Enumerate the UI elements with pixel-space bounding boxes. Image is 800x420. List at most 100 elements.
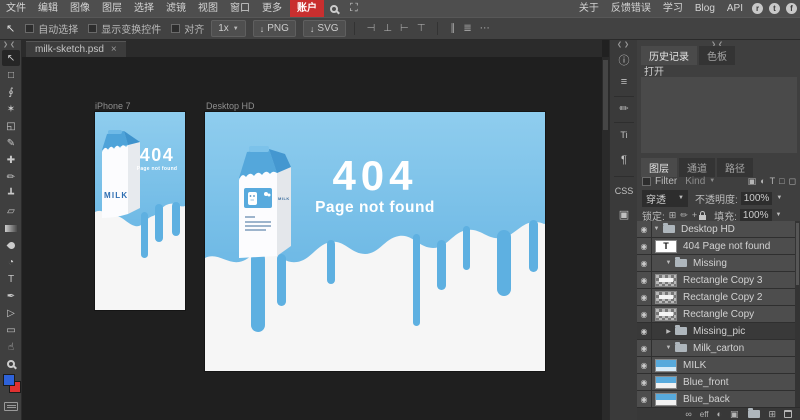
artboard-desktop-hd[interactable]: MILK 404 Page not found: [205, 112, 545, 371]
visibility-eye-icon[interactable]: ◉: [637, 238, 652, 254]
search-icon[interactable]: [330, 5, 338, 13]
tool-brush[interactable]: ✏: [2, 169, 20, 185]
tool-hand[interactable]: ☝: [2, 339, 20, 355]
align-top-icon[interactable]: ⊤: [417, 23, 426, 34]
new-group-icon[interactable]: [748, 410, 760, 418]
twitter-icon[interactable]: t: [769, 3, 780, 14]
menu-more[interactable]: 更多: [256, 0, 288, 17]
brush-settings-icon[interactable]: ✏: [610, 102, 638, 115]
export-png-button[interactable]: ↓PNG: [253, 20, 296, 37]
filter-type-layers-icon[interactable]: T: [770, 176, 776, 186]
visibility-eye-icon[interactable]: ◉: [637, 391, 652, 407]
layer-row-rectangle-copy[interactable]: ◉ Rectangle Copy: [637, 306, 795, 323]
visibility-eye-icon[interactable]: ◉: [637, 357, 652, 373]
menu-layer[interactable]: 图层: [96, 0, 128, 17]
visibility-eye-icon[interactable]: ◉: [637, 272, 652, 288]
menu-view[interactable]: 视图: [192, 0, 224, 17]
menu-blog[interactable]: Blog: [689, 0, 721, 17]
history-entry-open[interactable]: 打开: [644, 63, 664, 78]
fill-value[interactable]: 100%: [740, 209, 772, 222]
align-left-icon[interactable]: ⊣: [367, 23, 376, 34]
adjustment-layer-icon[interactable]: ◐: [717, 409, 722, 419]
menu-learn[interactable]: 学习: [657, 0, 689, 17]
filter-smart-objects-icon[interactable]: ◻: [789, 176, 796, 187]
filter-checkbox[interactable]: [642, 177, 651, 186]
auto-select-checkbox[interactable]: 自动选择: [25, 21, 78, 36]
menu-select[interactable]: 选择: [128, 0, 160, 17]
visibility-eye-icon[interactable]: ◉: [637, 255, 652, 271]
artboard-iphone7[interactable]: MILK 404 Page not found: [95, 112, 185, 310]
tab-swatches[interactable]: 色板: [699, 46, 735, 65]
tool-lasso[interactable]: ∮: [2, 84, 20, 100]
layer-row-404-text[interactable]: ◉ T 404 Page not found: [637, 238, 795, 255]
tool-rectangle[interactable]: ▭: [2, 322, 20, 338]
layer-row-blue-front[interactable]: ◉ Blue_front: [637, 374, 795, 391]
chevron-down-icon[interactable]: ▼: [776, 195, 782, 201]
fullscreen-icon[interactable]: ⛶: [350, 2, 358, 15]
artboard-label-desktop[interactable]: Desktop HD: [206, 101, 255, 111]
reddit-icon[interactable]: r: [752, 3, 763, 14]
opacity-value[interactable]: 100%: [741, 192, 773, 205]
lock-all-icon[interactable]: [699, 215, 706, 220]
new-layer-icon[interactable]: ⊞: [768, 409, 776, 420]
tool-healing[interactable]: ✚: [2, 152, 20, 168]
layer-row-blue-back[interactable]: ◉ Blue_back: [637, 391, 795, 407]
tool-marquee[interactable]: □: [2, 67, 20, 83]
menu-window[interactable]: 窗口: [224, 0, 256, 17]
tool-gradient[interactable]: [2, 220, 20, 236]
tool-clone-stamp[interactable]: ┻: [2, 186, 20, 202]
snap-checkbox[interactable]: 对齐: [171, 21, 204, 36]
artboard-label-iphone[interactable]: iPhone 7: [95, 101, 131, 111]
chevron-expanded-icon[interactable]: ▼: [664, 260, 673, 266]
menu-about[interactable]: 关于: [573, 0, 605, 17]
layer-effects-icon[interactable]: eff: [700, 410, 709, 419]
distribute-horizontal-icon[interactable]: ∥: [450, 23, 455, 34]
layer-row-milk[interactable]: ◉ MILK: [637, 357, 795, 374]
visibility-eye-icon[interactable]: ◉: [637, 374, 652, 390]
tool-move[interactable]: ↖: [2, 50, 20, 66]
menu-edit[interactable]: 编辑: [32, 0, 64, 17]
filter-pixel-layers-icon[interactable]: ▣: [748, 176, 757, 187]
document-tab[interactable]: milk-sketch.psd ×: [26, 41, 126, 57]
tool-eraser[interactable]: ▱: [2, 203, 20, 219]
close-tab-icon[interactable]: ×: [111, 44, 117, 55]
tool-path-select[interactable]: ▷: [2, 305, 20, 321]
align-right-icon[interactable]: ⊢: [400, 23, 409, 34]
tool-dodge[interactable]: ◔: [2, 254, 20, 270]
tool-pen[interactable]: ✒: [2, 288, 20, 304]
account-button[interactable]: 账户: [290, 0, 324, 17]
layer-row-rectangle-copy-2[interactable]: ◉ Rectangle Copy 2: [637, 289, 795, 306]
expand-panels-icon[interactable]: ❮❯: [617, 41, 631, 48]
chevron-expanded-icon[interactable]: ▼: [652, 226, 661, 232]
adjustments-icon[interactable]: ≡: [610, 76, 638, 88]
distribute-vertical-icon[interactable]: ≣: [463, 23, 471, 34]
menu-file[interactable]: 文件: [0, 0, 32, 17]
chevron-collapsed-icon[interactable]: ▶: [664, 328, 673, 335]
visibility-eye-icon[interactable]: ◉: [637, 306, 652, 322]
css-panel-icon[interactable]: CSS: [610, 186, 638, 196]
chevron-down-icon[interactable]: ▼: [776, 212, 782, 218]
transform-controls-checkbox[interactable]: 显示变换控件: [88, 21, 161, 36]
filter-shape-layers-icon[interactable]: □: [779, 176, 784, 186]
tool-crop[interactable]: ◱: [2, 118, 20, 134]
align-center-icon[interactable]: ⊥: [383, 23, 392, 34]
tool-eyedropper[interactable]: ✎: [2, 135, 20, 151]
canvas-vertical-scrollbar[interactable]: [602, 57, 609, 420]
tool-blur[interactable]: [2, 237, 20, 253]
menu-filter[interactable]: 滤镜: [160, 0, 192, 17]
zoom-level-select[interactable]: 1x▼: [211, 20, 246, 37]
visibility-eye-icon[interactable]: ◉: [637, 289, 652, 305]
canvas-area[interactable]: iPhone 7 Desktop HD MILK 404 P: [22, 57, 602, 420]
kind-select[interactable]: Kind: [685, 176, 705, 187]
lock-position-icon[interactable]: +: [692, 210, 697, 220]
lock-transparency-icon[interactable]: ⊞: [669, 210, 677, 221]
delete-layer-icon[interactable]: [784, 410, 792, 418]
layer-row-desktop-hd[interactable]: ◉ ▼ Desktop HD: [637, 221, 795, 238]
lock-pixels-icon[interactable]: ✏: [680, 210, 688, 221]
tool-type[interactable]: T: [2, 271, 20, 287]
tool-zoom[interactable]: [2, 356, 20, 372]
chevron-expanded-icon[interactable]: ▼: [664, 345, 673, 351]
layer-row-milk-carton-group[interactable]: ◉ ▼ Milk_carton: [637, 340, 795, 357]
tool-magic-wand[interactable]: ✶: [2, 101, 20, 117]
paragraph-panel-icon[interactable]: ¶: [610, 154, 638, 166]
